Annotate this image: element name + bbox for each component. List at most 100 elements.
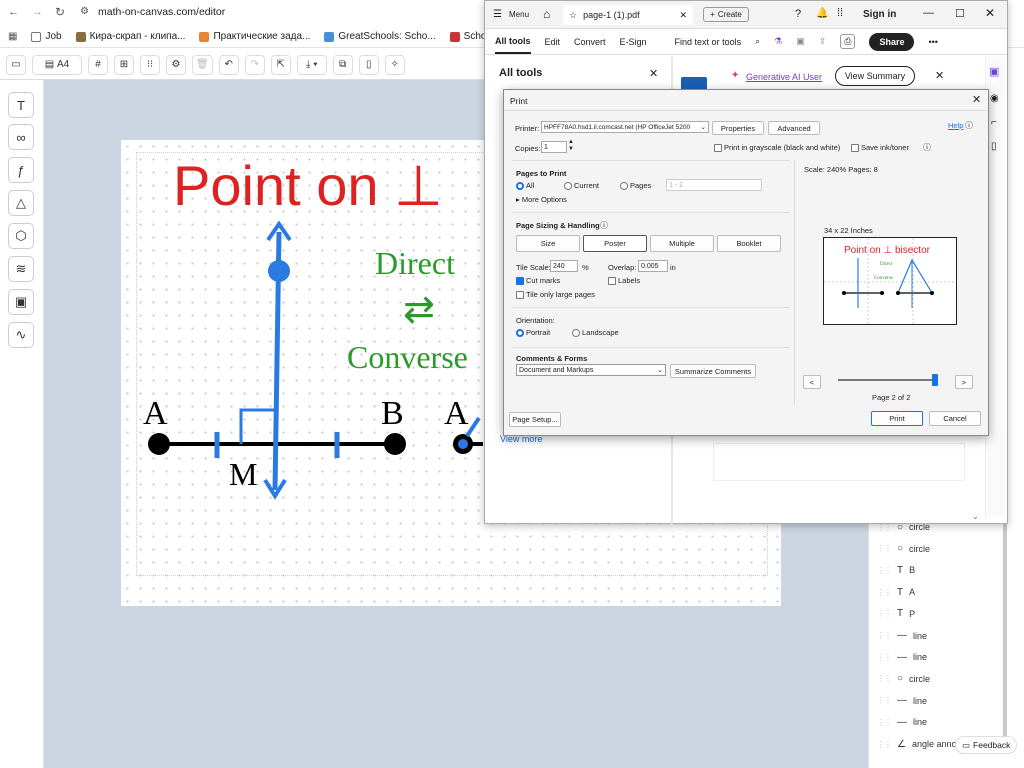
shapes-tool[interactable]: △ [8,190,34,216]
grid-button[interactable]: # [88,54,108,75]
url-bar[interactable]: math-on-canvas.com/editor [98,6,225,18]
ai-icon[interactable]: ⚗ [774,36,782,47]
object-list-item[interactable]: ⋮⋮ T A [869,581,915,603]
share-button[interactable]: Share [869,32,915,51]
menu-esign[interactable]: E-Sign [620,37,647,47]
tile-scale-input[interactable]: 240 [550,260,578,272]
drag-handle-icon[interactable]: ⋮⋮ [877,609,892,618]
overlap-input[interactable]: 0.005 [638,260,668,272]
printer-icon[interactable]: ⎙ [840,34,856,49]
minimize-icon[interactable]: — [923,7,934,19]
undo-button[interactable]: ↶ [218,54,239,75]
bookmark-kira[interactable]: Кира-скрап - клипа... [75,31,185,42]
bidirectional-arrows-icon[interactable]: ⇄ [403,287,435,331]
object-list-item[interactable]: ⋮⋮ ○ circle [869,668,930,690]
properties-button[interactable]: Properties [712,121,764,135]
menu-all-tools[interactable]: All tools [495,30,531,54]
summarize-comments-button[interactable]: Summarize Comments [670,364,756,378]
close-panel-icon[interactable]: ✕ [649,67,658,80]
dialog-close-icon[interactable]: ✕ [972,93,981,106]
grayscale-checkbox[interactable] [714,144,722,153]
geometry-tool[interactable]: ∞ [8,124,34,150]
comments-select[interactable]: Document and Markups ⌄ [516,364,666,376]
layers-tool[interactable]: ≋ [8,256,34,282]
drag-handle-icon[interactable]: ⋮⋮ [877,588,892,597]
object-list-item[interactable]: ⋮⋮ — line [869,690,927,712]
delete-button[interactable]: 🗑 [192,54,213,75]
copy-button[interactable]: ⧉ [332,54,353,75]
drag-handle-icon[interactable]: ⋮⋮ [877,696,892,705]
bookmark-practical[interactable]: Практические зада... [199,31,310,42]
save-ink-checkbox[interactable] [851,144,859,153]
drag-handle-icon[interactable]: ⋮⋮ [877,740,892,749]
tab-pdf[interactable]: ☆ page-1 (1).pdf ✕ [563,5,693,25]
hamburger-icon[interactable]: ☰ [493,9,502,20]
converse-text[interactable]: Converse [347,339,468,375]
site-info-icon[interactable]: ⚙ [80,6,89,17]
advanced-button[interactable]: Advanced [768,121,820,135]
label-a-second[interactable]: A [444,395,469,432]
forward-icon[interactable]: → [32,6,43,18]
object-list-item[interactable]: ⋮⋮ T B [869,559,915,581]
table-button[interactable]: ⊞ [114,54,134,75]
generative-ai-link[interactable]: Generative AI User [746,72,822,82]
object-list-item[interactable]: ⋮⋮ — line [869,711,927,733]
page-size-select[interactable]: ▤ A4 [32,54,82,75]
menu-edit[interactable]: Edit [545,37,561,47]
pages-option[interactable]: Pages [620,181,651,191]
home-icon[interactable]: ⌂ [543,7,550,21]
file-icon[interactable]: ▯ [991,141,997,152]
info-icon[interactable]: ⓘ [923,142,931,153]
landscape-radio[interactable] [572,329,580,338]
object-list-item[interactable]: ⋮⋮ ○ circle [869,538,930,560]
sign-in-button[interactable]: Sign in [863,9,896,20]
menu-convert[interactable]: Convert [574,37,606,47]
close-window-icon[interactable]: ✕ [985,6,995,20]
point-a[interactable] [148,433,170,455]
landscape-option[interactable]: Landscape [572,328,619,338]
label-b[interactable]: B [381,395,404,432]
tile-large-checkbox[interactable] [516,291,524,300]
point-p[interactable] [268,260,290,282]
more-options-toggle[interactable]: ▸ More Options [516,195,567,204]
size-tab[interactable]: Size [516,235,580,252]
pages-radio[interactable] [620,182,628,191]
portrait-radio[interactable] [516,329,524,338]
sizing-info-icon[interactable]: ⓘ [600,220,608,231]
page-setup-button[interactable]: Page Setup... [509,412,561,427]
draw-tool[interactable]: ∿ [8,322,34,348]
pages-range-input[interactable]: 1 - 2 [666,179,762,191]
apps-grid-icon[interactable]: ⁞⁞ [837,7,843,19]
bell-icon[interactable]: 🔔 [816,8,828,19]
all-pages-option[interactable]: All [516,181,534,191]
title-text[interactable]: Point on ⊥ [173,154,443,217]
point-b[interactable] [384,433,406,455]
cut-marks-checkbox[interactable] [516,277,524,286]
help-circle-icon[interactable]: ⓘ [965,120,973,131]
view-summary-button[interactable]: View Summary [835,66,915,86]
magic-button[interactable]: ✧ [384,54,405,75]
poster-tab[interactable]: Poster [583,235,647,252]
upload-icon[interactable]: ⇪ [819,36,827,47]
slider-thumb[interactable] [932,374,938,386]
drag-handle-icon[interactable]: ⋮⋮ [877,653,892,662]
labels-option[interactable]: Labels [608,276,640,286]
close-tab-icon[interactable]: ✕ [679,10,687,21]
drag-handle-icon[interactable]: ⋮⋮ [877,718,892,727]
next-page-button[interactable]: > [955,375,973,389]
dots-grid-button[interactable]: ⁝⁝ [140,54,160,75]
cancel-button[interactable]: Cancel [929,411,981,426]
print-button[interactable]: Print [871,411,923,426]
comment-icon[interactable]: ▣ [989,65,999,78]
file-button[interactable]: ▯ [358,54,379,75]
line-second[interactable] [465,416,481,438]
back-icon[interactable]: ← [8,6,19,18]
apps-icon[interactable]: ▦ [8,31,17,42]
star-icon[interactable]: ☆ [569,10,577,21]
preview-thumbnail[interactable]: Point on ⊥ bisector Direct Converse [823,237,957,325]
stepper-icon[interactable]: ▲ ▼ [568,139,574,153]
current-page-option[interactable]: Current [564,181,599,191]
object-list-item[interactable]: ⋮⋮ T P [869,603,915,625]
label-m[interactable]: M [229,456,257,492]
close-ai-icon[interactable]: ✕ [935,69,944,82]
